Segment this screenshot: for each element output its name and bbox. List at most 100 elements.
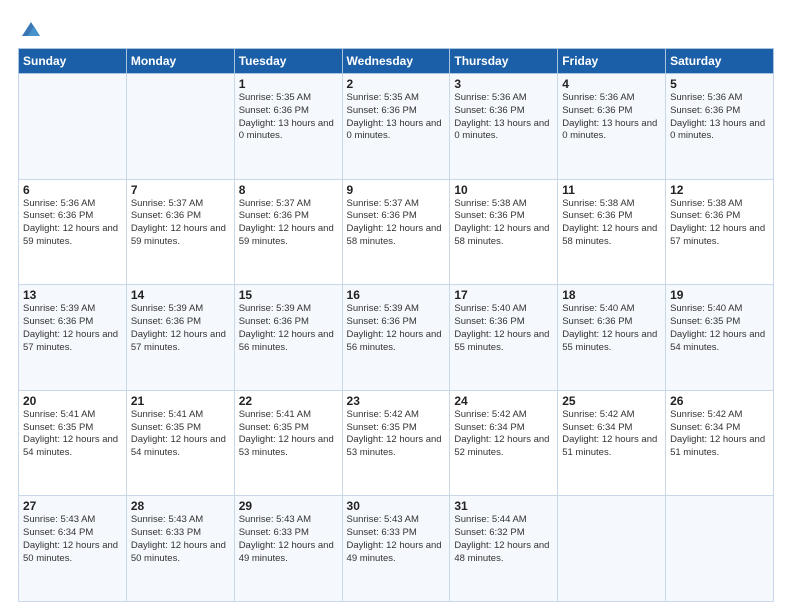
day-number: 15 [239,288,338,302]
day-number: 18 [562,288,661,302]
calendar-cell: 27Sunrise: 5:43 AM Sunset: 6:34 PM Dayli… [19,496,127,602]
calendar-table: SundayMondayTuesdayWednesdayThursdayFrid… [18,48,774,602]
calendar-week-row: 6Sunrise: 5:36 AM Sunset: 6:36 PM Daylig… [19,179,774,285]
day-number: 7 [131,183,230,197]
day-number: 26 [670,394,769,408]
calendar-cell: 6Sunrise: 5:36 AM Sunset: 6:36 PM Daylig… [19,179,127,285]
day-of-week-header: Sunday [19,49,127,74]
day-info: Sunrise: 5:42 AM Sunset: 6:34 PM Dayligh… [562,409,661,460]
day-info: Sunrise: 5:39 AM Sunset: 6:36 PM Dayligh… [239,303,338,354]
day-number: 14 [131,288,230,302]
day-info: Sunrise: 5:39 AM Sunset: 6:36 PM Dayligh… [23,303,122,354]
day-of-week-header: Monday [126,49,234,74]
day-info: Sunrise: 5:41 AM Sunset: 6:35 PM Dayligh… [239,409,338,460]
day-info: Sunrise: 5:41 AM Sunset: 6:35 PM Dayligh… [23,409,122,460]
calendar-cell: 22Sunrise: 5:41 AM Sunset: 6:35 PM Dayli… [234,390,342,496]
day-info: Sunrise: 5:42 AM Sunset: 6:35 PM Dayligh… [347,409,446,460]
day-number: 30 [347,499,446,513]
calendar-cell [126,74,234,180]
calendar-cell: 5Sunrise: 5:36 AM Sunset: 6:36 PM Daylig… [666,74,774,180]
calendar-cell: 4Sunrise: 5:36 AM Sunset: 6:36 PM Daylig… [558,74,666,180]
day-number: 10 [454,183,553,197]
day-number: 2 [347,77,446,91]
day-number: 8 [239,183,338,197]
day-info: Sunrise: 5:40 AM Sunset: 6:36 PM Dayligh… [562,303,661,354]
day-info: Sunrise: 5:38 AM Sunset: 6:36 PM Dayligh… [670,198,769,249]
logo [18,18,42,38]
calendar-cell: 26Sunrise: 5:42 AM Sunset: 6:34 PM Dayli… [666,390,774,496]
calendar-cell: 23Sunrise: 5:42 AM Sunset: 6:35 PM Dayli… [342,390,450,496]
day-info: Sunrise: 5:44 AM Sunset: 6:32 PM Dayligh… [454,514,553,565]
day-number: 12 [670,183,769,197]
day-of-week-header: Saturday [666,49,774,74]
day-info: Sunrise: 5:40 AM Sunset: 6:35 PM Dayligh… [670,303,769,354]
logo-icon [20,18,42,40]
day-number: 22 [239,394,338,408]
day-info: Sunrise: 5:36 AM Sunset: 6:36 PM Dayligh… [23,198,122,249]
calendar-cell: 3Sunrise: 5:36 AM Sunset: 6:36 PM Daylig… [450,74,558,180]
calendar-cell: 15Sunrise: 5:39 AM Sunset: 6:36 PM Dayli… [234,285,342,391]
calendar-cell: 17Sunrise: 5:40 AM Sunset: 6:36 PM Dayli… [450,285,558,391]
day-number: 27 [23,499,122,513]
day-number: 28 [131,499,230,513]
day-number: 25 [562,394,661,408]
page: SundayMondayTuesdayWednesdayThursdayFrid… [0,0,792,612]
day-number: 9 [347,183,446,197]
day-number: 6 [23,183,122,197]
calendar-cell: 31Sunrise: 5:44 AM Sunset: 6:32 PM Dayli… [450,496,558,602]
day-number: 29 [239,499,338,513]
day-info: Sunrise: 5:38 AM Sunset: 6:36 PM Dayligh… [454,198,553,249]
day-number: 11 [562,183,661,197]
calendar-cell [666,496,774,602]
day-number: 1 [239,77,338,91]
day-info: Sunrise: 5:40 AM Sunset: 6:36 PM Dayligh… [454,303,553,354]
day-info: Sunrise: 5:43 AM Sunset: 6:33 PM Dayligh… [239,514,338,565]
day-number: 23 [347,394,446,408]
calendar-cell: 7Sunrise: 5:37 AM Sunset: 6:36 PM Daylig… [126,179,234,285]
calendar-cell: 16Sunrise: 5:39 AM Sunset: 6:36 PM Dayli… [342,285,450,391]
day-of-week-header: Friday [558,49,666,74]
day-number: 3 [454,77,553,91]
day-of-week-header: Tuesday [234,49,342,74]
calendar-cell: 12Sunrise: 5:38 AM Sunset: 6:36 PM Dayli… [666,179,774,285]
calendar-week-row: 27Sunrise: 5:43 AM Sunset: 6:34 PM Dayli… [19,496,774,602]
day-number: 24 [454,394,553,408]
calendar-cell: 9Sunrise: 5:37 AM Sunset: 6:36 PM Daylig… [342,179,450,285]
calendar-week-row: 13Sunrise: 5:39 AM Sunset: 6:36 PM Dayli… [19,285,774,391]
day-number: 31 [454,499,553,513]
day-number: 16 [347,288,446,302]
day-info: Sunrise: 5:39 AM Sunset: 6:36 PM Dayligh… [131,303,230,354]
calendar-cell: 30Sunrise: 5:43 AM Sunset: 6:33 PM Dayli… [342,496,450,602]
day-number: 19 [670,288,769,302]
calendar-cell: 25Sunrise: 5:42 AM Sunset: 6:34 PM Dayli… [558,390,666,496]
calendar-cell: 13Sunrise: 5:39 AM Sunset: 6:36 PM Dayli… [19,285,127,391]
day-info: Sunrise: 5:37 AM Sunset: 6:36 PM Dayligh… [131,198,230,249]
calendar-cell: 24Sunrise: 5:42 AM Sunset: 6:34 PM Dayli… [450,390,558,496]
calendar-cell [19,74,127,180]
day-info: Sunrise: 5:43 AM Sunset: 6:34 PM Dayligh… [23,514,122,565]
day-info: Sunrise: 5:42 AM Sunset: 6:34 PM Dayligh… [454,409,553,460]
day-of-week-header: Wednesday [342,49,450,74]
day-info: Sunrise: 5:35 AM Sunset: 6:36 PM Dayligh… [347,92,446,143]
calendar-cell: 18Sunrise: 5:40 AM Sunset: 6:36 PM Dayli… [558,285,666,391]
calendar-cell: 2Sunrise: 5:35 AM Sunset: 6:36 PM Daylig… [342,74,450,180]
day-info: Sunrise: 5:39 AM Sunset: 6:36 PM Dayligh… [347,303,446,354]
calendar-cell: 20Sunrise: 5:41 AM Sunset: 6:35 PM Dayli… [19,390,127,496]
day-info: Sunrise: 5:35 AM Sunset: 6:36 PM Dayligh… [239,92,338,143]
day-info: Sunrise: 5:41 AM Sunset: 6:35 PM Dayligh… [131,409,230,460]
day-info: Sunrise: 5:42 AM Sunset: 6:34 PM Dayligh… [670,409,769,460]
calendar-cell: 21Sunrise: 5:41 AM Sunset: 6:35 PM Dayli… [126,390,234,496]
day-info: Sunrise: 5:36 AM Sunset: 6:36 PM Dayligh… [670,92,769,143]
day-number: 17 [454,288,553,302]
calendar-header-row: SundayMondayTuesdayWednesdayThursdayFrid… [19,49,774,74]
day-info: Sunrise: 5:37 AM Sunset: 6:36 PM Dayligh… [239,198,338,249]
calendar-cell: 11Sunrise: 5:38 AM Sunset: 6:36 PM Dayli… [558,179,666,285]
calendar-cell: 28Sunrise: 5:43 AM Sunset: 6:33 PM Dayli… [126,496,234,602]
day-info: Sunrise: 5:36 AM Sunset: 6:36 PM Dayligh… [454,92,553,143]
day-number: 20 [23,394,122,408]
day-info: Sunrise: 5:43 AM Sunset: 6:33 PM Dayligh… [131,514,230,565]
day-number: 4 [562,77,661,91]
calendar-cell [558,496,666,602]
calendar-week-row: 1Sunrise: 5:35 AM Sunset: 6:36 PM Daylig… [19,74,774,180]
calendar-cell: 10Sunrise: 5:38 AM Sunset: 6:36 PM Dayli… [450,179,558,285]
